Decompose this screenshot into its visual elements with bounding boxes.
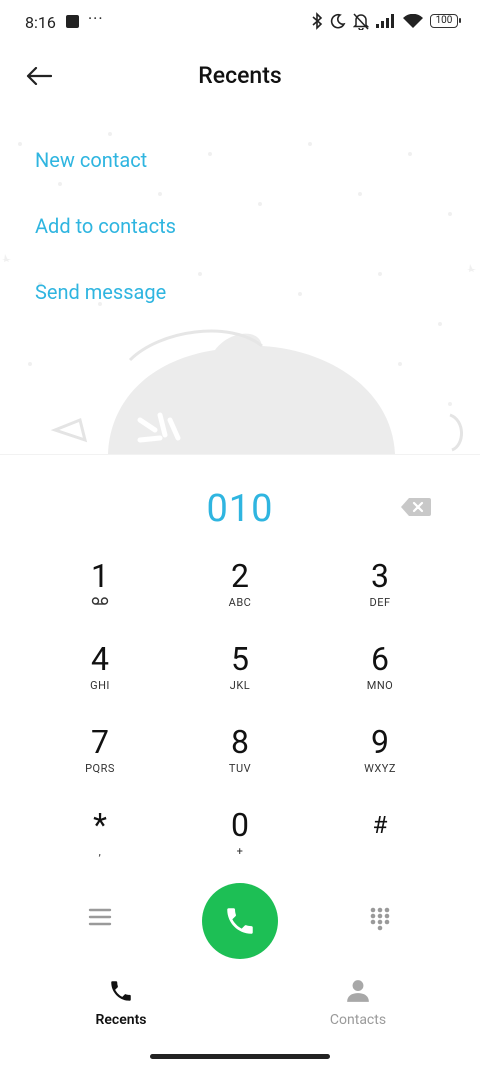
status-bar: 8:16 ··· 100 — [0, 0, 480, 46]
dialer-controls — [0, 880, 480, 960]
key-digit: 6 — [371, 640, 389, 678]
wifi-icon — [403, 13, 423, 28]
key-7[interactable]: 7 PQRS — [30, 722, 170, 802]
key-digit: 1 — [91, 557, 109, 595]
signal-icon — [376, 14, 394, 28]
mascot-illustration — [50, 329, 463, 454]
key-letters: PQRS — [85, 762, 115, 775]
menu-icon — [88, 908, 112, 926]
key-digit: 9 — [371, 723, 389, 761]
notification-icon — [66, 15, 79, 28]
battery-icon: 100 — [430, 14, 461, 28]
key-digit: 8 — [231, 723, 249, 761]
menu-button[interactable] — [88, 907, 112, 927]
key-5[interactable]: 5 JKL — [170, 639, 310, 719]
tab-contacts[interactable]: Contacts — [278, 978, 438, 1028]
key-letters: WXYZ — [364, 762, 396, 775]
key-letters — [310, 845, 450, 859]
home-indicator[interactable] — [150, 1054, 330, 1059]
key-letters: TUV — [228, 762, 252, 775]
new-contact-link[interactable]: New contact — [35, 130, 176, 196]
phone-icon — [227, 908, 253, 934]
key-digit: 7 — [91, 723, 109, 761]
tab-contacts-label: Contacts — [329, 1012, 387, 1028]
key-2[interactable]: 2 ABC — [170, 556, 310, 636]
key-9[interactable]: 9 WXYZ — [310, 722, 450, 802]
backspace-icon — [401, 498, 431, 516]
key-letters: , — [98, 845, 102, 858]
key-digit: 0 — [231, 806, 249, 844]
add-to-contacts-link[interactable]: Add to contacts — [35, 196, 176, 262]
key-digit: 5 — [231, 640, 249, 678]
more-notifications-icon: ··· — [88, 9, 104, 28]
dialpad-icon — [370, 907, 390, 931]
key-hash[interactable]: # — [310, 805, 450, 885]
page-title: Recents — [198, 62, 282, 89]
bottom-navigation: Recents Contacts — [0, 978, 480, 1038]
call-button[interactable] — [202, 883, 278, 959]
key-star[interactable]: * , — [30, 805, 170, 885]
moon-icon — [330, 13, 346, 29]
action-list: New contact Add to contacts Send message — [35, 130, 176, 328]
key-6[interactable]: 6 MNO — [310, 639, 450, 719]
tab-recents[interactable]: Recents — [41, 978, 201, 1028]
dialpad-toggle-button[interactable] — [369, 906, 391, 932]
key-4[interactable]: 4 GHI — [30, 639, 170, 719]
status-icons: 100 — [311, 12, 461, 30]
key-3[interactable]: 3 DEF — [310, 556, 450, 636]
key-letters: ABC — [228, 596, 252, 609]
key-8[interactable]: 8 TUV — [170, 722, 310, 802]
key-digit: 3 — [371, 557, 389, 595]
status-time: 8:16 — [25, 13, 56, 32]
tab-recents-label: Recents — [95, 1012, 147, 1028]
divider — [0, 454, 480, 455]
key-digit: 2 — [231, 557, 249, 595]
person-icon — [347, 980, 369, 1002]
key-letters: + — [236, 845, 244, 858]
key-digit: * — [93, 806, 107, 844]
key-digit: 4 — [91, 640, 109, 678]
bell-off-icon — [353, 12, 369, 30]
top-bar: Recents — [0, 50, 480, 104]
phone-icon — [111, 981, 131, 1001]
key-1[interactable]: 1 — [30, 556, 170, 636]
key-letters: GHI — [90, 679, 110, 692]
key-digit: # — [372, 811, 388, 839]
backspace-button[interactable] — [400, 496, 432, 518]
key-letters: DEF — [369, 596, 391, 609]
bluetooth-icon — [312, 12, 323, 30]
send-message-link[interactable]: Send message — [35, 262, 176, 328]
voicemail-icon — [30, 596, 170, 610]
key-0[interactable]: 0 + — [170, 805, 310, 885]
key-letters: MNO — [366, 679, 394, 692]
key-letters: JKL — [229, 679, 251, 692]
